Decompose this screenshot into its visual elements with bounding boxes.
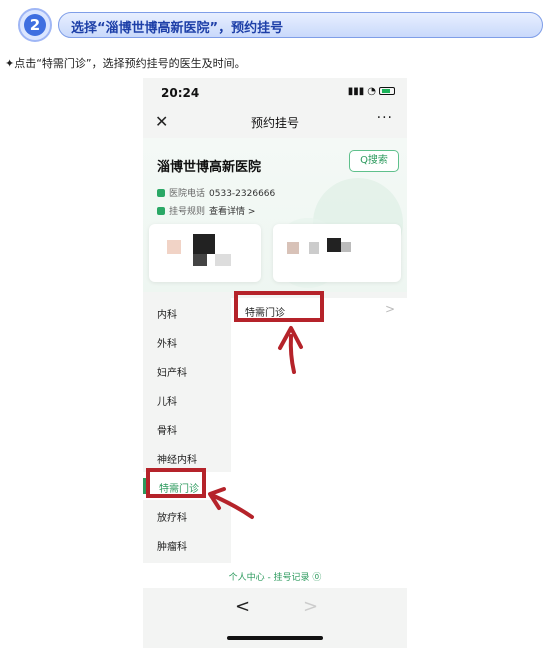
- forward-arrow-icon[interactable]: >: [303, 596, 318, 617]
- browser-bottom-nav: < >: [143, 588, 407, 648]
- nav-title: 预约挂号: [250, 116, 299, 130]
- booking-rules-link[interactable]: 查看详情 >: [209, 207, 255, 217]
- step-number-badge: 2: [18, 8, 52, 42]
- avatar: [193, 254, 207, 266]
- status-icons: ▮▮▮ ◔: [345, 86, 395, 97]
- department-item-pediatrics[interactable]: 儿科: [143, 385, 231, 413]
- department-label: 放疗科: [157, 513, 187, 524]
- department-label: 肿瘤科: [157, 542, 187, 553]
- rules-icon: [157, 207, 165, 215]
- hospital-phone-value: 0533-2326666: [209, 189, 276, 199]
- department-label: 妇产科: [157, 368, 187, 379]
- search-button[interactable]: Q搜索: [349, 150, 399, 172]
- department-label: 儿科: [157, 397, 177, 408]
- more-icon[interactable]: ···: [377, 110, 393, 126]
- back-arrow-icon[interactable]: <: [235, 596, 250, 617]
- department-item-oncology[interactable]: 肿瘤科: [143, 530, 231, 558]
- phone-screen: 20:24 ▮▮▮ ◔ ✕ 预约挂号 ··· 淄博世博高新医院 Q搜索 医院电话 0…: [143, 78, 407, 648]
- sub-department-panel: 特需门诊 >: [231, 298, 407, 563]
- department-label: 神经内科: [157, 455, 197, 466]
- avatar: [215, 254, 231, 266]
- avatar: [309, 242, 319, 254]
- phone-icon: [157, 189, 165, 197]
- status-bar: 20:24 ▮▮▮ ◔: [143, 78, 407, 106]
- booking-rules-label: 挂号规则: [169, 207, 206, 217]
- department-item-internal[interactable]: 内科: [143, 298, 231, 326]
- instruction-text: ✦点击“特需门诊”，选择预约挂号的医生及时间。: [5, 57, 246, 70]
- chevron-right-icon: >: [384, 302, 395, 316]
- hospital-name: 淄博世博高新医院: [157, 160, 262, 175]
- hospital-phone-label: 医院电话: [169, 189, 206, 199]
- department-list: 内科 外科 妇产科 儿科 骨科 神经内科 特需门诊 放疗科 肿瘤科: [143, 298, 231, 563]
- signal-icon: ▮▮▮: [347, 86, 365, 97]
- step-title: 选择“淄博世博高新医院”，预约挂号: [71, 21, 284, 36]
- avatar: [193, 234, 215, 254]
- avatar: [287, 242, 299, 254]
- department-label: 外科: [157, 339, 177, 350]
- step-header: 2 选择“淄博世博高新医院”，预约挂号: [18, 8, 543, 42]
- highlight-box-sub-item: [234, 291, 324, 322]
- doctor-card[interactable]: [273, 224, 401, 282]
- highlight-box-department: [146, 468, 206, 498]
- status-time: 20:24: [161, 86, 200, 100]
- wifi-icon: ◔: [367, 86, 376, 97]
- avatar: [327, 238, 341, 252]
- home-indicator: [227, 636, 323, 640]
- booking-rules-row[interactable]: 挂号规则 查看详情 >: [157, 204, 255, 217]
- department-label: 内科: [157, 310, 177, 321]
- step-title-banner: 选择“淄博世博高新医院”，预约挂号: [58, 12, 543, 38]
- personal-center-link[interactable]: 个人中心 - 挂号记录 ⓪: [143, 570, 407, 583]
- doctor-card[interactable]: [149, 224, 261, 282]
- department-item-orthopedics[interactable]: 骨科: [143, 414, 231, 442]
- avatar: [167, 240, 181, 254]
- step-number: 2: [24, 14, 46, 36]
- department-item-surgery[interactable]: 外科: [143, 327, 231, 355]
- hospital-phone-row[interactable]: 医院电话 0533-2326666: [157, 186, 275, 199]
- department-label: 骨科: [157, 426, 177, 437]
- nav-bar: ✕ 预约挂号 ···: [143, 106, 407, 138]
- department-item-neurology[interactable]: 神经内科: [143, 443, 231, 471]
- department-item-obgyn[interactable]: 妇产科: [143, 356, 231, 384]
- department-item-radiotherapy[interactable]: 放疗科: [143, 501, 231, 529]
- battery-icon: [379, 87, 395, 95]
- avatar: [341, 242, 351, 252]
